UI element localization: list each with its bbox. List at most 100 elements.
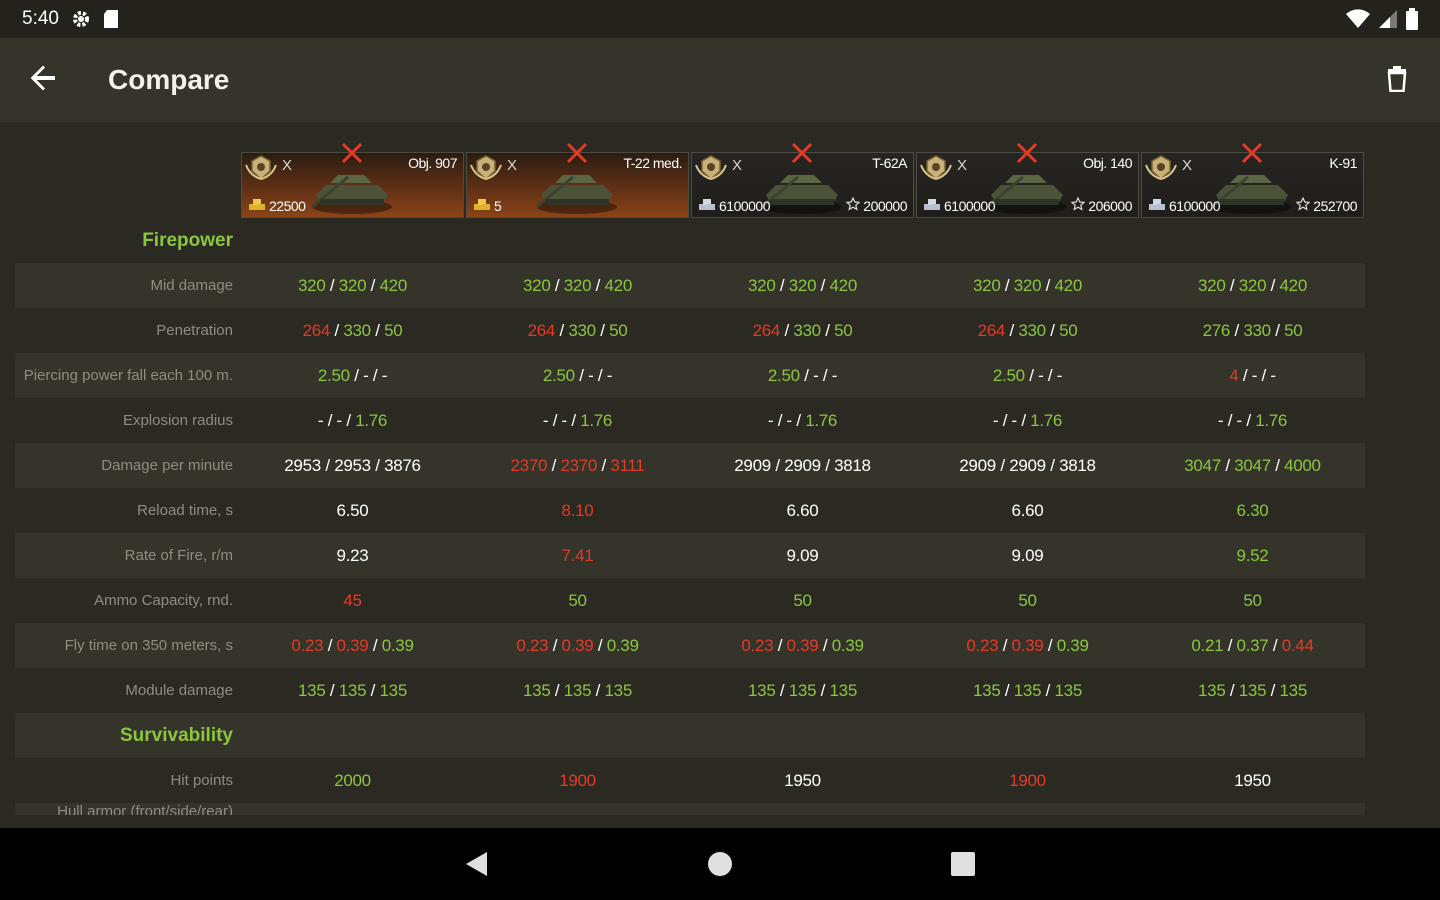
row-label: Hit points <box>170 771 233 789</box>
credits-icon <box>698 197 716 214</box>
tier-label: X <box>282 157 293 174</box>
delete-all-button[interactable] <box>1354 38 1440 122</box>
separator: / <box>370 455 385 475</box>
xp-star-icon <box>845 196 861 214</box>
value-cell: 135 / 135 / 135 <box>915 681 1140 701</box>
value-part: 2953 <box>334 455 371 475</box>
compare-table: Firepower Mid damage 320 / 320 / 420 320 /… <box>15 218 1365 815</box>
value-part: 2370 <box>560 455 598 475</box>
tier-label: X <box>957 157 968 174</box>
value-part: 420 <box>829 275 858 295</box>
separator: / <box>1223 410 1237 430</box>
back-button[interactable] <box>0 38 86 122</box>
credits-icon <box>923 197 941 214</box>
close-x-icon[interactable] <box>341 142 363 164</box>
status-time: 5:40 <box>22 8 59 29</box>
separator: / <box>816 275 830 295</box>
tank-card[interactable]: X T-62A 6100000 200000 <box>690 142 915 218</box>
separator: / <box>1270 455 1285 475</box>
value-cell: 2.50 / - / - <box>240 366 465 386</box>
value-part: 135 <box>748 680 776 700</box>
value-part: 1.76 <box>355 410 388 430</box>
value-part: 50 <box>834 320 853 340</box>
row-label: Explosion radius <box>122 411 233 429</box>
value-part: 320 <box>563 275 592 295</box>
price-right-value: 206000 <box>1088 197 1132 214</box>
value-part: 330 <box>568 320 596 340</box>
nav-home-button[interactable] <box>702 846 738 882</box>
separator: / <box>1000 680 1014 700</box>
value-part: 3047 <box>1184 455 1221 475</box>
value-part: 3818 <box>834 455 871 475</box>
value-cell: 45 <box>240 591 465 611</box>
separator: / <box>1043 365 1057 385</box>
close-x-icon[interactable] <box>1241 142 1263 164</box>
row-label: Ammo Capacity, rnd. <box>94 591 233 609</box>
value-part: 4000 <box>1284 455 1321 475</box>
close-x-icon[interactable] <box>1016 142 1038 164</box>
separator: / <box>370 320 385 340</box>
value-cell: 2.50 / - / - <box>690 366 915 386</box>
nav-recents-button[interactable] <box>945 846 981 882</box>
value-part: 50 <box>1059 320 1078 340</box>
battery-icon <box>1406 8 1418 30</box>
price-left-value: 6100000 <box>1169 197 1221 214</box>
value-part: 135 <box>1054 680 1083 700</box>
value-part: 0.39 <box>1056 635 1089 655</box>
tier-emblem-icon <box>470 155 502 186</box>
tank-card[interactable]: X T-22 med. 5 <box>465 142 690 218</box>
separator: / <box>1268 635 1282 655</box>
value-cell: 0.23 / 0.39 / 0.39 <box>915 636 1140 656</box>
price-left: 6100000 <box>1148 197 1221 214</box>
separator: / <box>366 680 380 700</box>
tier-emblem-icon <box>245 155 277 186</box>
table-row: Fly time on 350 meters, s 0.23 / 0.39 / 0… <box>15 623 1365 668</box>
compare-content[interactable]: X Obj. 907 22500 X T-22 med. 5 X T-62A 6… <box>0 122 1440 828</box>
section-survivability: Survivability <box>15 713 1365 758</box>
tank-card[interactable]: X Obj. 907 22500 <box>240 142 465 218</box>
value-cell: 6.50 <box>240 501 465 521</box>
nav-back-button[interactable] <box>459 846 495 882</box>
tier-label: X <box>732 157 743 174</box>
value-part: 2.50 <box>542 365 575 385</box>
separator: / <box>593 635 607 655</box>
sd-card-icon <box>103 9 119 29</box>
value-part: 135 <box>1198 680 1226 700</box>
separator: / <box>1043 635 1057 655</box>
separator: / <box>1000 275 1014 295</box>
table-row: Ammo Capacity, rnd. 45 50 50 50 50 <box>15 578 1365 623</box>
separator: / <box>820 320 835 340</box>
value-part: 50 <box>568 590 587 610</box>
value-part: 135 <box>829 680 858 700</box>
separator: / <box>1045 320 1060 340</box>
back-arrow-icon <box>29 64 57 97</box>
value-cell: - / - / 1.76 <box>1140 411 1365 431</box>
value-cell: 0.23 / 0.39 / 0.39 <box>465 636 690 656</box>
value-cell: 9.52 <box>1140 546 1365 566</box>
value-part: 3047 <box>1234 455 1271 475</box>
value-part: 264 <box>302 320 331 340</box>
tank-name: T-22 med. <box>623 155 682 171</box>
value-cell: 1950 <box>690 771 915 791</box>
close-x-icon[interactable] <box>566 142 588 164</box>
section-firepower: Firepower <box>15 218 1365 263</box>
close-x-icon[interactable] <box>791 142 813 164</box>
value-part: 1.76 <box>1255 410 1288 430</box>
separator: / <box>591 680 605 700</box>
price-right: 200000 <box>845 196 907 214</box>
value-cell: 1900 <box>915 771 1140 791</box>
value-part: 6.50 <box>336 500 369 520</box>
value-part: 264 <box>752 320 781 340</box>
value-part: - <box>381 365 388 385</box>
separator: / <box>1266 275 1280 295</box>
value-part: 0.39 <box>786 635 819 655</box>
value-cell: 9.23 <box>240 546 465 566</box>
nav-home-icon <box>708 852 732 876</box>
value-part: 135 <box>1279 680 1308 700</box>
tank-card[interactable]: X Obj. 140 6100000 206000 <box>915 142 1140 218</box>
value-part: 2.50 <box>992 365 1025 385</box>
tank-card[interactable]: X K-91 6100000 252700 <box>1140 142 1365 218</box>
separator: / <box>566 410 581 430</box>
separator: / <box>773 635 787 655</box>
value-part: 0.23 <box>966 635 999 655</box>
